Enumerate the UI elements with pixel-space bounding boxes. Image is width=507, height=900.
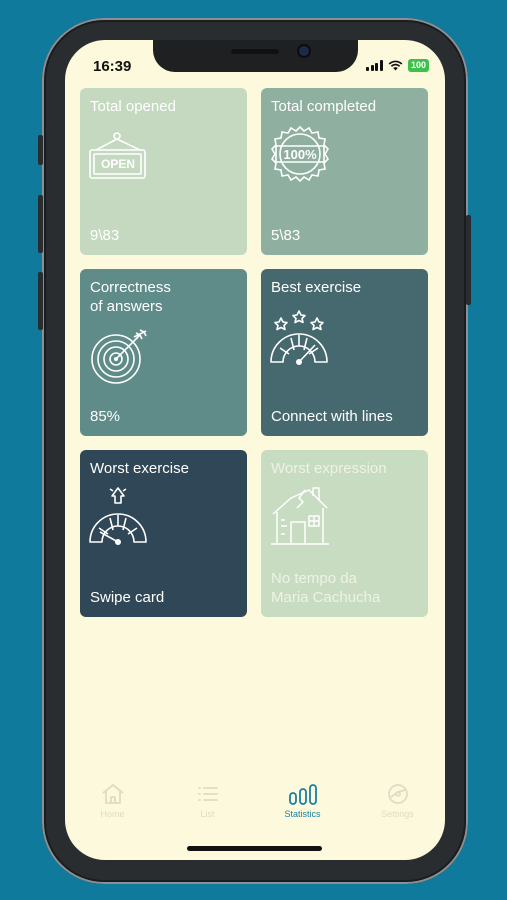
tab-settings[interactable]: Settings: [350, 782, 445, 832]
card-worst-expression[interactable]: Worst expression No tempo da Maria Cachu…: [261, 450, 428, 617]
100-percent-badge-icon: 100%: [270, 125, 330, 183]
gear-icon: [387, 784, 408, 804]
tab-label: Settings: [381, 809, 414, 819]
cellular-signal-icon: [366, 60, 383, 71]
power-button: [466, 215, 471, 305]
status-time: 16:39: [93, 58, 132, 75]
notch: [153, 40, 358, 72]
svg-text:100%: 100%: [283, 147, 317, 162]
card-value: 9\83: [90, 227, 120, 244]
svg-text:OPEN: OPEN: [101, 157, 135, 171]
card-title: Correctness of answers: [90, 279, 171, 315]
card-correctness[interactable]: Correctness of answers 85%: [80, 269, 247, 436]
open-sign-icon: OPEN: [89, 132, 146, 179]
tab-label: Home: [100, 809, 125, 819]
card-value: No tempo da Maria Cachucha: [271, 570, 381, 606]
tab-statistics[interactable]: Statistics: [255, 782, 350, 832]
tab-label: List: [200, 809, 215, 819]
mute-switch: [38, 135, 43, 165]
card-value: 85%: [90, 408, 121, 425]
card-best-exercise[interactable]: Best exercise Connect with lines: [261, 269, 428, 436]
card-title: Worst expression: [271, 460, 387, 477]
card-total-completed[interactable]: Total completed 100% 5\83: [261, 88, 428, 255]
home-icon: [101, 784, 124, 804]
speaker: [231, 49, 279, 54]
card-title: Total completed: [271, 98, 377, 115]
card-value: Swipe card: [90, 589, 165, 606]
card-title: Total opened: [90, 98, 176, 115]
low-gauge-icon: [89, 487, 147, 545]
target-icon: [91, 329, 147, 384]
tab-home[interactable]: Home: [65, 782, 160, 832]
wifi-icon: [388, 60, 403, 71]
card-total-opened[interactable]: Total opened OPEN 9\83: [80, 88, 247, 255]
card-value: Connect with lines: [271, 408, 393, 425]
tab-list[interactable]: List: [160, 782, 255, 832]
app-screen: 16:39 100 Total opened OPEN 9\83 Total c…: [65, 40, 445, 860]
volume-up-button: [38, 195, 43, 253]
broken-house-icon: [271, 487, 329, 545]
stars-gauge-icon: [270, 310, 328, 365]
home-indicator: [187, 846, 322, 851]
tab-bar: Home List Statistics Settings: [65, 782, 445, 832]
volume-down-button: [38, 272, 43, 330]
list-icon: [197, 787, 218, 801]
card-title: Worst exercise: [90, 460, 189, 477]
tab-label: Statistics: [284, 809, 321, 819]
bar-chart-icon: [288, 784, 317, 805]
battery-icon: 100: [407, 59, 429, 72]
card-value: 5\83: [271, 227, 301, 244]
card-worst-exercise[interactable]: Worst exercise Swipe card: [80, 450, 247, 617]
card-title: Best exercise: [271, 279, 362, 296]
front-camera: [299, 46, 309, 56]
status-icons: 100: [366, 59, 429, 72]
